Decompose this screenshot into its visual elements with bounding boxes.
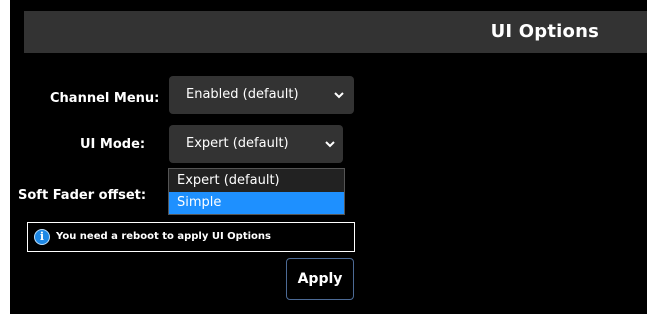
chevron-down-icon xyxy=(325,125,335,163)
ui-options-panel: UI Options Channel Menu: Enabled (defaul… xyxy=(10,0,647,314)
apply-button[interactable]: Apply xyxy=(286,258,354,300)
channel-menu-select[interactable]: Enabled (default) xyxy=(169,76,354,114)
ui-mode-select[interactable]: Expert (default) xyxy=(169,125,343,163)
info-icon: i xyxy=(34,229,50,245)
panel-header: UI Options xyxy=(24,11,647,53)
reboot-notice: i You need a reboot to apply UI Options xyxy=(27,222,355,252)
reboot-notice-text: You need a reboot to apply UI Options xyxy=(56,231,271,242)
soft-fader-offset-label: Soft Fader offset: xyxy=(18,188,147,203)
ui-mode-dropdown-list: Expert (default) Simple xyxy=(168,168,345,215)
chevron-down-icon xyxy=(334,76,344,114)
channel-menu-value: Enabled (default) xyxy=(186,87,299,102)
channel-menu-label: Channel Menu: xyxy=(50,91,160,106)
page-title: UI Options xyxy=(490,21,599,42)
ui-mode-option-expert[interactable]: Expert (default) xyxy=(169,170,344,192)
ui-mode-option-simple[interactable]: Simple xyxy=(169,192,344,214)
ui-mode-value: Expert (default) xyxy=(186,136,289,151)
ui-mode-label: UI Mode: xyxy=(80,137,146,152)
